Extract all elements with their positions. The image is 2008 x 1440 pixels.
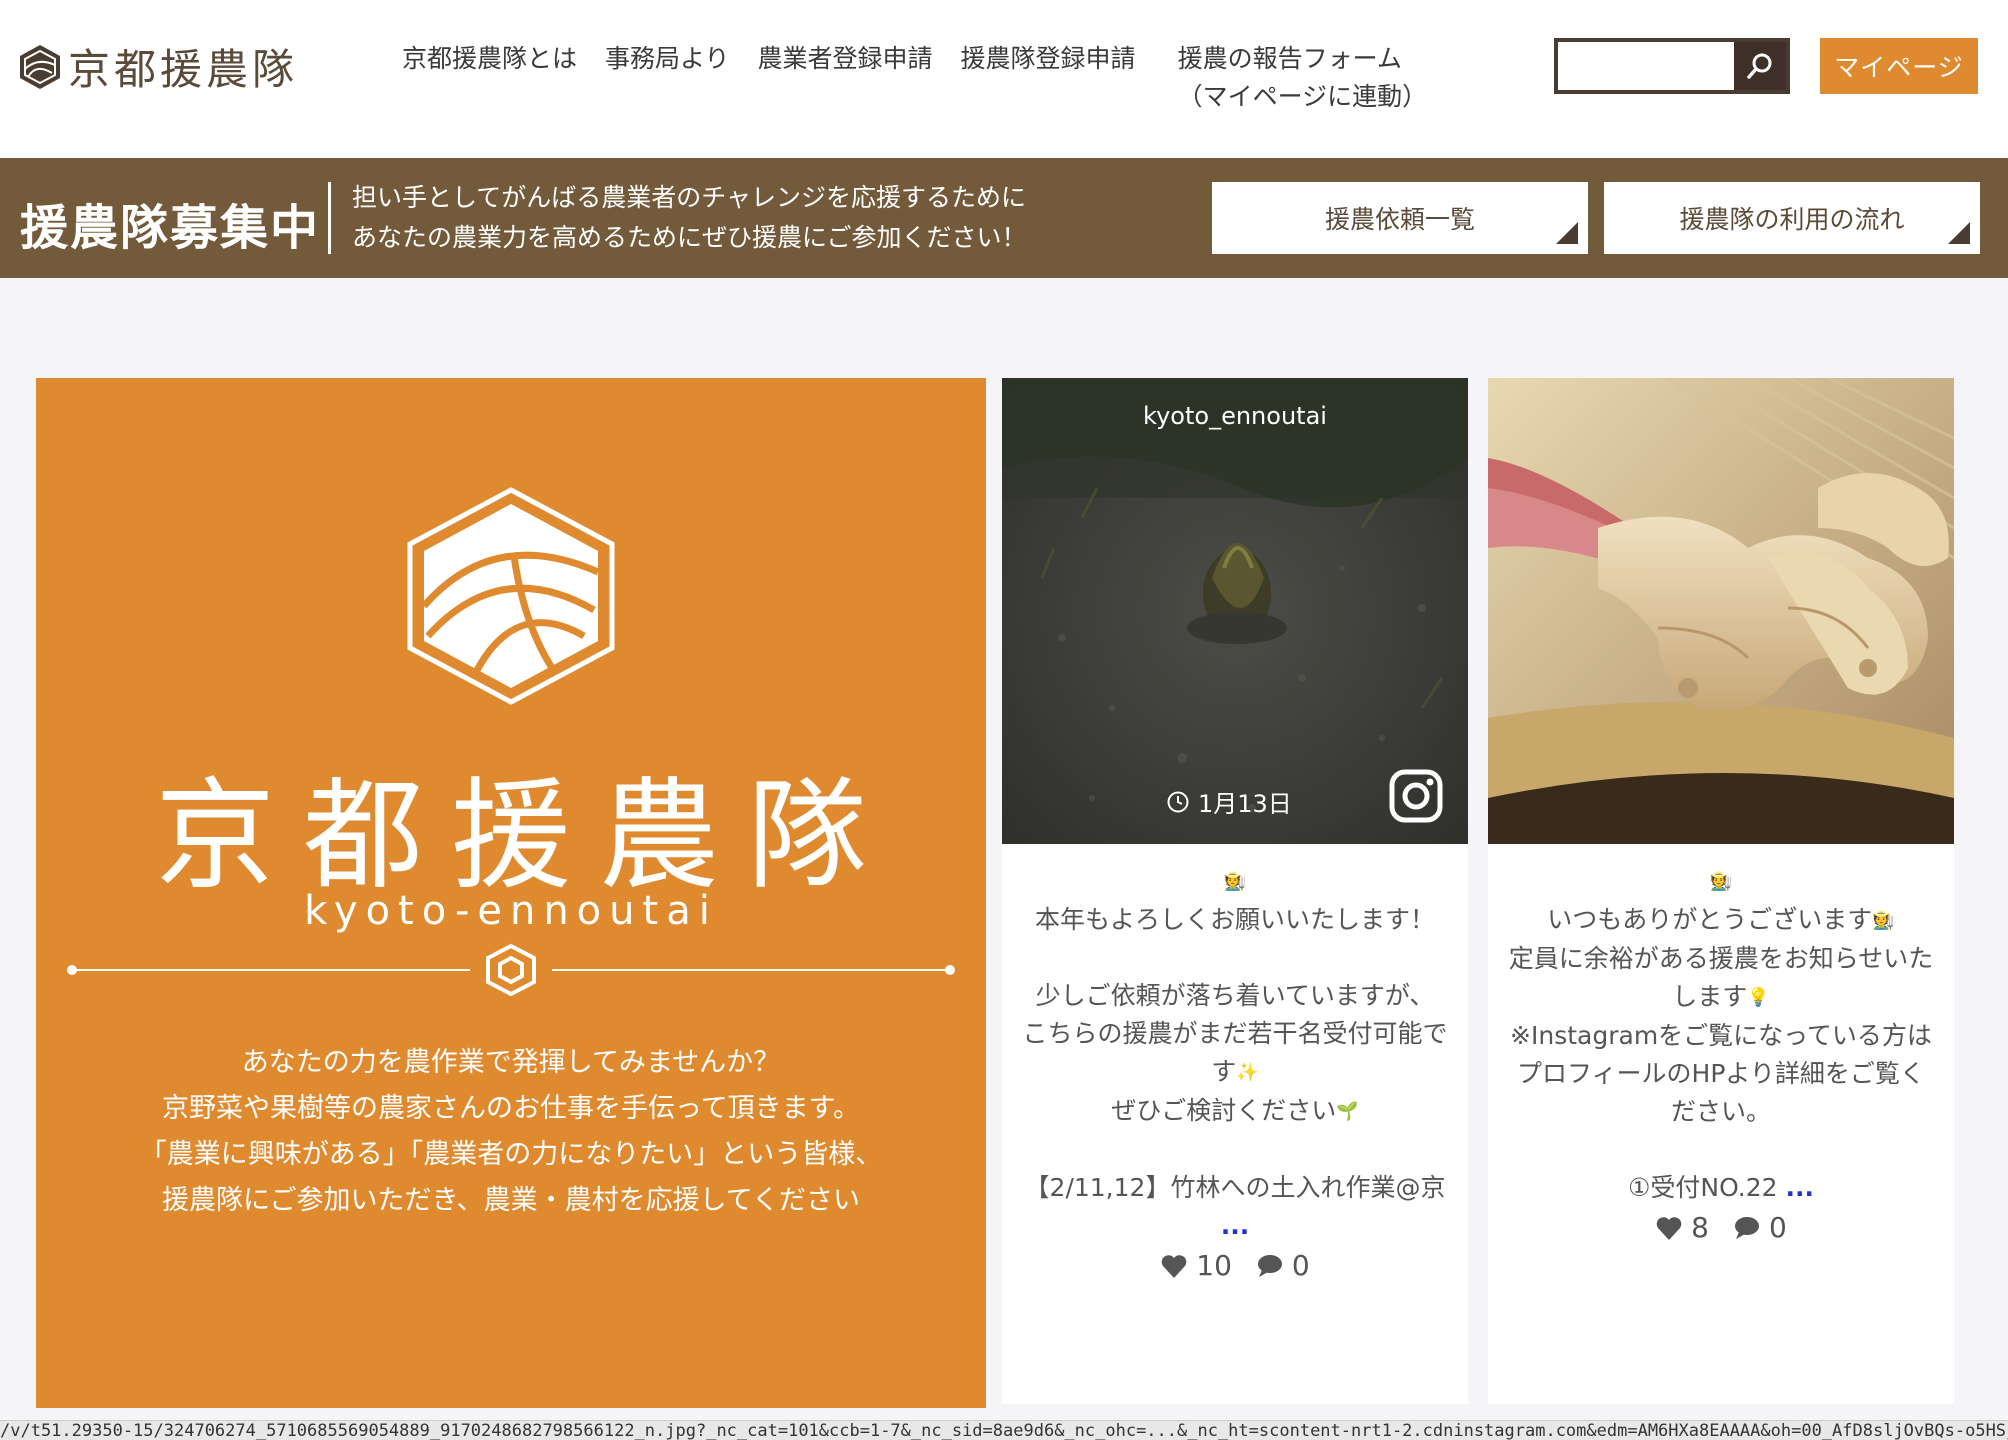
caption-line — [1500, 1131, 1942, 1169]
site-header: 京都援農隊 京都援農隊とは 事務局より 農業者登録申請 援農隊登録申請 援農の報… — [0, 0, 2008, 158]
hero-desc-line: あなたの力を農作業で発揮してみませんか？ — [241, 1047, 781, 1078]
banner-text-line1: 担い手としてがんばる農業者のチャレンジを応援するために — [352, 183, 1027, 212]
instagram-icon[interactable] — [1388, 768, 1444, 824]
hexagon-emblem-icon — [407, 487, 615, 705]
bamboo-shoot-icon: 🌱 — [1336, 1101, 1359, 1122]
caption-line: す — [1211, 1057, 1237, 1086]
comment-icon — [1257, 1255, 1282, 1277]
instagram-post[interactable]: kyoto_ennoutai 1月13日 🧑‍🌾 本年もよろしくお願いいたします… — [1002, 378, 1468, 1404]
comment-icon — [1735, 1217, 1759, 1239]
post-image[interactable]: kyoto_ennoutai 1月13日 — [1002, 378, 1468, 844]
hero-roman-text: kyoto-ennoutai — [304, 888, 718, 934]
hero-divider — [67, 943, 955, 997]
mypage-button[interactable]: マイページ — [1820, 38, 1978, 94]
caption-line: ぜひご検討ください — [1111, 1096, 1337, 1125]
search-icon — [1747, 53, 1772, 79]
nav-report-form[interactable]: 援農の報告フォーム （マイページに連動） — [1178, 40, 1428, 116]
caption-line — [1014, 1131, 1456, 1169]
caption-line: 本年もよろしくお願いいたします！ — [1034, 905, 1435, 934]
banner-text: 担い手としてがんばる農業者のチャレンジを応援するために あなたの農業力を高めるた… — [352, 178, 1027, 258]
clock-icon — [1167, 791, 1189, 812]
ginger-photo — [1488, 378, 1954, 844]
banner-divider — [328, 182, 331, 254]
caption-line: 定員に余裕がある援農をお知らせいた — [1508, 944, 1934, 973]
post-image[interactable] — [1488, 378, 1954, 844]
farmer-emoji-icon: 🧑‍🌾 — [1223, 871, 1247, 892]
search-button[interactable] — [1734, 42, 1786, 90]
read-more-link[interactable]: ... — [1014, 1207, 1456, 1245]
comments-count: 0 — [1769, 1211, 1787, 1244]
likes-count: 10 — [1196, 1249, 1232, 1282]
nav-report-line1: 援農の報告フォーム — [1177, 44, 1402, 73]
nav-farmer-registration[interactable]: 農業者登録申請 — [758, 40, 933, 116]
post-date-text: 1月13日 — [1198, 790, 1292, 818]
site-logo[interactable]: 京都援農隊 — [18, 36, 298, 97]
hero-panel: 京都援農隊 kyoto-ennoutai あなたの力を農作業で発揮してみませんか… — [36, 378, 986, 1408]
request-list-button[interactable]: 援農依頼一覧 — [1212, 182, 1588, 254]
caption-line: いつもありがとうございます — [1547, 905, 1873, 934]
nav-about[interactable]: 京都援農隊とは — [402, 40, 577, 116]
likes-count: 8 — [1691, 1211, 1709, 1244]
comments: 0 — [1256, 1247, 1310, 1285]
heart-icon — [1656, 1217, 1682, 1240]
usage-flow-button[interactable]: 援農隊の利用の流れ — [1604, 182, 1980, 254]
usage-flow-label: 援農隊の利用の流れ — [1679, 205, 1905, 234]
hero-desc-line: 京野菜や果樹等の農家さんのお仕事を手伝って頂きます。 — [162, 1093, 860, 1124]
corner-arrow-icon — [1948, 222, 1970, 244]
caption-line: します — [1672, 982, 1748, 1011]
caption-line-row: ぜひご検討ください🌱 — [1014, 1092, 1456, 1131]
caption-line-row: す✨ — [1014, 1053, 1456, 1092]
caption-line: プロフィールのHPより詳細をご覧く — [1517, 1059, 1925, 1088]
farmer-icon: 🧑‍🌾 — [1872, 910, 1895, 931]
caption-line: 少しご依頼が落ち着いていますが、 — [1035, 981, 1435, 1010]
banner-text-line2: あなたの農業力を高めるためにぜひ援農にご参加ください！ — [352, 223, 1027, 252]
post-date: 1月13日 — [1166, 784, 1292, 819]
nav-report-line2: （マイページに連動） — [1177, 82, 1428, 111]
main-nav: 京都援農隊とは 事務局より 農業者登録申請 援農隊登録申請 援農の報告フォーム … — [402, 40, 1455, 116]
banner-title: 援農隊募集中 — [20, 200, 321, 256]
lightbulb-icon: 💡 — [1747, 987, 1770, 1008]
read-more-link[interactable]: ... — [1786, 1173, 1815, 1202]
caption-line-row: します💡 — [1500, 978, 1942, 1017]
logo-hexagon-icon — [20, 44, 60, 89]
comments-count: 0 — [1291, 1249, 1310, 1282]
corner-arrow-icon — [1556, 222, 1578, 244]
hero-desc-line: 援農隊にご参加いただき、農業・農村を応援してください — [162, 1185, 860, 1216]
caption-line: ※Instagramをご覧になっている方は — [1510, 1021, 1932, 1050]
caption-line: ①受付NO.22 — [1628, 1173, 1778, 1202]
hero-desc-line: 「農業に興味がある」「農業者の力になりたい」という皆様、 — [139, 1139, 883, 1170]
sparkles-icon: ✨ — [1236, 1062, 1259, 1083]
caption-line — [1014, 939, 1456, 977]
recruit-banner: 援農隊募集中 担い手としてがんばる農業者のチャレンジを応援するために あなたの農… — [0, 158, 2008, 278]
search-box — [1554, 38, 1790, 94]
caption-line: こちらの援農がまだ若干名受付可能で — [1022, 1019, 1448, 1048]
post-stats: 8 0 — [1500, 1209, 1942, 1247]
instagram-post[interactable]: 🧑‍🌾 いつもありがとうございます🧑‍🌾 定員に余裕がある援農をお知らせいた し… — [1488, 378, 1954, 1404]
request-list-label: 援農依頼一覧 — [1324, 205, 1475, 234]
nav-office[interactable]: 事務局より — [605, 40, 730, 116]
comments: 0 — [1733, 1209, 1787, 1247]
caption-line: ださい。 — [1670, 1097, 1771, 1126]
caption-line: 【2/11,12】竹林への土入れ作業@京 — [1024, 1173, 1446, 1202]
post-stats: 10 0 — [1014, 1247, 1456, 1285]
post-caption: 🧑‍🌾 いつもありがとうございます🧑‍🌾 定員に余裕がある援農をお知らせいた し… — [1488, 862, 1954, 1247]
farmer-emoji-icon: 🧑‍🌾 — [1709, 871, 1733, 892]
logo-text: 京都援農隊 — [68, 45, 299, 94]
likes: 10 — [1160, 1247, 1232, 1285]
nav-volunteer-registration[interactable]: 援農隊登録申請 — [961, 40, 1136, 116]
status-bar-url: /v/t51.29350-15/324706274_57106855690548… — [0, 1420, 2008, 1440]
caption-line-row: ①受付NO.22 ... — [1500, 1169, 1942, 1207]
search-input[interactable] — [1558, 42, 1734, 90]
hero-description: あなたの力を農作業で発揮してみませんか？ 京野菜や果樹等の農家さんのお仕事を手伝… — [36, 1040, 986, 1224]
heart-icon — [1161, 1255, 1187, 1278]
hero-brand-text: 京都援農隊 — [155, 767, 895, 906]
post-username[interactable]: kyoto_ennoutai — [1002, 402, 1468, 430]
likes: 8 — [1655, 1209, 1709, 1247]
post-caption: 🧑‍🌾 本年もよろしくお願いいたします！ 少しご依頼が落ち着いていますが、 こち… — [1002, 862, 1468, 1285]
caption-line-row: いつもありがとうございます🧑‍🌾 — [1500, 901, 1942, 940]
